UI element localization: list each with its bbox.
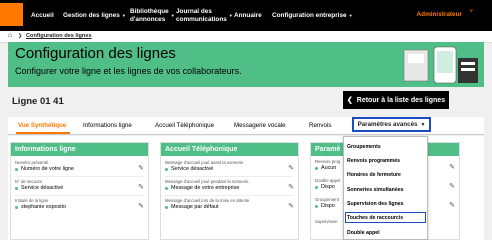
back-to-lines-button[interactable]: ❮ Retour à la liste des lignes (343, 91, 449, 109)
edit-pencil-icon[interactable]: ✎ (449, 182, 455, 190)
edit-pencil-icon[interactable]: ✎ (138, 183, 144, 191)
page-banner: Configuration des lignes Configurer votr… (8, 42, 484, 87)
chevron-right-icon: ❯ (18, 33, 23, 39)
page-title: Configuration des lignes (15, 45, 176, 62)
status-dot (15, 205, 18, 209)
top-navigation: Accueil Gestion des lignes ▼ Bibliothèque… (0, 0, 492, 31)
field-message-pendant-sonnerie: Message d'accueil joué pendant la sonner… (165, 179, 249, 191)
ligne-title: Ligne 01 41 (12, 96, 64, 107)
page-subtitle: Configurer votre ligne et les lignes de … (15, 66, 242, 76)
field-message-avant-sonnerie: Message d'accueil joué avant la sonnerie… (165, 160, 244, 172)
home-icon[interactable]: ⌂ (8, 32, 12, 39)
field-groupement: Groupement Dispo (315, 197, 339, 209)
field-double-appel: Double appel Dispo (315, 178, 341, 190)
admin-menu[interactable]: Administrateur (417, 11, 462, 18)
orange-logo[interactable] (0, 3, 23, 26)
menu-item-renvois-programmes[interactable]: Renvois programmés (347, 158, 400, 164)
menu-item-sonneries-simultanees[interactable]: Sonneries simultanées (347, 187, 404, 193)
tab-vue-synthetique[interactable]: Vue Synthétique (18, 122, 66, 129)
edit-pencil-icon[interactable]: ✎ (449, 163, 455, 171)
tab-parametres-avances[interactable]: Paramètres avancés ▼ (352, 117, 431, 132)
card-accueil-telephonique: Accueil Téléphonique Message d'accueil j… (160, 142, 299, 240)
nav-bibliotheque-annonces[interactable]: Bibliothèque d'annonces ▼ (130, 0, 175, 31)
caret-down-icon: ▼ (420, 121, 426, 128)
phone-illustration-icon (403, 46, 478, 84)
breadcrumb-link[interactable]: Configuration des lignes (26, 33, 92, 39)
chevron-down-icon: ▼ (170, 12, 175, 18)
menu-item-horaires-fermeture[interactable]: Horaires de fermeture (347, 172, 401, 178)
field-numero-secours: N° de secours Service désactivé (15, 179, 64, 191)
field-numero-presente: Numéro présenté Numéro de votre ligne (15, 160, 75, 172)
status-dot (165, 186, 168, 190)
card-title: Informations ligne (11, 143, 148, 156)
divider (15, 195, 143, 196)
chevron-down-icon: ▼ (121, 12, 126, 18)
parametres-avances-dropdown: Groupements Renvois programmés Horaires … (343, 136, 428, 240)
status-dot (315, 166, 318, 170)
tab-bar: Vue Synthétique Informations ligne Accue… (8, 117, 484, 135)
active-tab-indicator (16, 132, 70, 134)
edit-pencil-icon[interactable]: ✎ (288, 164, 294, 172)
menu-item-supervision-lignes[interactable]: Supervision des lignes (347, 201, 404, 207)
edit-pencil-icon[interactable]: ✎ (288, 183, 294, 191)
nav-accueil[interactable]: Accueil (31, 0, 54, 31)
status-dot (315, 185, 318, 189)
field-renvois-programmes: Renvois prog Aucun (315, 159, 341, 171)
chevron-left-icon: ❮ (346, 97, 353, 104)
status-dot (15, 186, 18, 190)
tab-messagerie-vocale[interactable]: Messagerie vocale (234, 122, 286, 129)
edit-pencil-icon[interactable]: ✎ (449, 201, 455, 209)
tab-renvois[interactable]: Renvois (309, 122, 331, 129)
nav-configuration-entreprise[interactable]: Configuration entreprise ▼ (272, 0, 353, 31)
field-supervision: Supervision (315, 219, 338, 224)
divider (15, 176, 143, 177)
tab-informations-ligne[interactable]: Informations ligne (83, 122, 132, 129)
status-dot (165, 205, 168, 209)
nav-gestion-des-lignes[interactable]: Gestion des lignes ▼ (63, 0, 126, 31)
card-informations-ligne: Informations ligne Numéro présenté Numér… (10, 142, 149, 240)
edit-pencil-icon[interactable]: ✎ (138, 202, 144, 210)
divider (165, 176, 293, 177)
nav-annuaire[interactable]: Annuaire (234, 0, 262, 31)
menu-item-groupements[interactable]: Groupements (347, 144, 381, 150)
field-intitule-ligne: Intitulé de la ligne stephanie esposito (15, 198, 66, 210)
edit-pencil-icon[interactable]: ✎ (138, 164, 144, 172)
divider (165, 195, 293, 196)
nav-journal-communications[interactable]: Journal des communications ▼ (176, 0, 233, 31)
chevron-down-icon[interactable]: ˅ (469, 9, 473, 15)
tab-accueil-telephonique[interactable]: Accueil Téléphonique (155, 122, 214, 129)
edit-pencil-icon[interactable]: ✎ (288, 202, 294, 210)
card-title: Accueil Téléphonique (161, 143, 298, 156)
menu-item-touches-raccourcis[interactable]: Touches de raccourcis (347, 215, 403, 221)
menu-item-double-appel[interactable]: Double appel (347, 230, 380, 236)
field-message-mise-en-attente: Message d'accueil lors de la mise en att… (165, 198, 250, 210)
status-dot (15, 167, 18, 171)
chevron-down-icon: ▼ (348, 12, 353, 18)
status-dot (165, 167, 168, 171)
chevron-down-icon: ▼ (228, 12, 233, 18)
status-dot (315, 204, 318, 208)
